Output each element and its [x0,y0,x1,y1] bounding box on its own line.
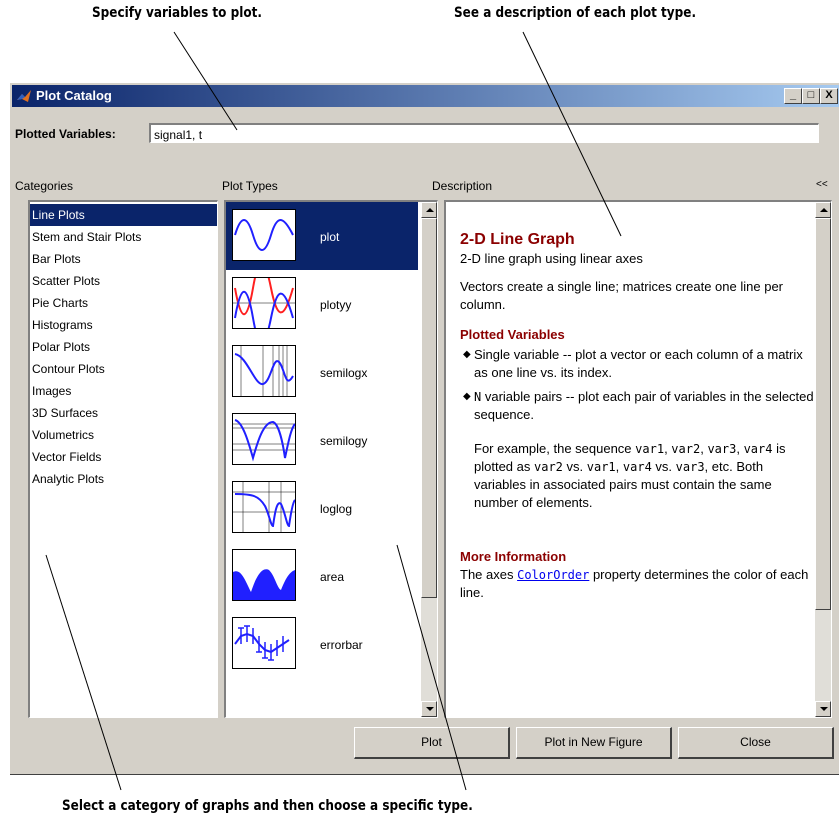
plot-thumbnail-icon [232,209,296,261]
category-item[interactable]: Histograms [30,314,217,336]
plot-types-scrollbar[interactable] [421,202,437,717]
plot-type-label: semilogy [320,434,368,448]
category-item[interactable]: Vector Fields [30,446,217,468]
collapse-description-button[interactable]: << [816,179,828,190]
description-header: Description [432,179,493,193]
plot-type-item-semilogx[interactable]: semilogx [226,338,418,406]
close-button[interactable]: Close [678,727,834,759]
plot-type-label: plotyy [320,298,352,312]
category-item[interactable]: Stem and Stair Plots [30,226,217,248]
semilogx-thumbnail-icon [232,345,296,397]
category-item[interactable]: Pie Charts [30,292,217,314]
plot-type-item-semilogy[interactable]: semilogy [226,406,418,474]
loglog-thumbnail-icon [232,481,296,533]
category-item[interactable]: Scatter Plots [30,270,217,292]
plot-type-item-plotyy[interactable]: plotyy [226,262,418,344]
description-subtitle: 2-D line graph using linear axes [460,251,643,266]
plotted-variables-label: Plotted Variables: [15,127,116,141]
matlab-logo-icon [17,90,31,102]
scroll-down-button[interactable] [815,701,831,717]
plot-in-new-figure-button[interactable]: Plot in New Figure [516,727,672,759]
semilogy-thumbnail-icon [232,413,296,465]
callout-plot-description: See a description of each plot type. [454,5,697,21]
plot-types-header: Plot Types [222,179,278,193]
area-thumbnail-icon [232,549,296,601]
description-pane: 2-D Line Graph 2-D line graph using line… [444,200,832,718]
plot-type-item-plot[interactable]: plot [226,202,418,270]
plot-type-item-errorbar[interactable]: errorbar [226,610,418,678]
scroll-up-button[interactable] [815,202,831,218]
window-title: Plot Catalog [36,88,112,103]
example-paragraph: For example, the sequence var1, var2, va… [474,441,786,510]
plotyy-thumbnail-icon [232,262,296,344]
scroll-down-button[interactable] [421,701,437,717]
bullet-variable-pairs: ◆ N variable pairs -- plot each pair of v… [463,389,814,422]
maximize-icon: □ [807,89,815,101]
plot-type-item-area[interactable]: area [226,542,418,610]
bullet-single-variable: ◆ Single variable -- plot a vector or eac… [463,347,803,380]
category-item[interactable]: Bar Plots [30,248,217,270]
scroll-up-button[interactable] [421,202,437,218]
plot-type-item-loglog[interactable]: loglog [226,474,418,542]
errorbar-thumbnail-icon [232,617,296,669]
scroll-thumb[interactable] [815,218,831,610]
category-item[interactable]: Images [30,380,217,402]
bullet-text: variable pairs -- plot each pair of vari… [474,389,814,422]
category-item[interactable]: Polar Plots [30,336,217,358]
close-window-button[interactable]: X [820,88,838,104]
bullet-text: Single variable -- plot a vector or each… [474,347,803,380]
description-title: 2-D Line Graph [460,231,575,248]
plotted-variables-input[interactable]: signal1, t [149,123,819,143]
more-information-heading: More Information [460,549,567,564]
category-item[interactable]: Volumetrics [30,424,217,446]
description-scrollbar[interactable] [815,202,831,717]
scroll-thumb[interactable] [421,218,437,598]
plotted-variables-heading: Plotted Variables [460,327,565,342]
plot-type-label: loglog [320,502,353,516]
plot-type-label: errorbar [320,638,363,652]
maximize-button[interactable]: □ [802,88,820,104]
plot-catalog-window: Plot Catalog _ □ X Plotted Variables: si… [9,82,839,775]
callout-specify-variables: Specify variables to plot. [92,5,262,21]
colororder-link[interactable]: ColorOrder [517,568,589,582]
more-information-text: The axes ColorOrder property determines … [460,567,809,600]
title-bar: Plot Catalog _ □ X [12,85,839,107]
plot-type-label: semilogx [320,366,368,380]
plot-type-label: area [320,570,345,584]
plot-types-list: plot plotyy semilogx semilogy loglog area erro… [224,200,438,718]
description-intro: Vectors create a single line; matrices c… [460,279,784,312]
minimize-icon: _ [789,89,797,101]
close-icon: X [825,89,833,101]
categories-list: Line Plots Stem and Stair Plots Bar Plots S… [28,200,218,718]
plot-button[interactable]: Plot [354,727,510,759]
category-item[interactable]: Contour Plots [30,358,217,380]
plot-type-label: plot [320,230,340,244]
category-item[interactable]: Analytic Plots [30,468,217,490]
category-item[interactable]: 3D Surfaces [30,402,217,424]
category-item[interactable]: Line Plots [30,204,217,226]
categories-header: Categories [15,179,74,193]
minimize-button[interactable]: _ [784,88,802,104]
callout-select-category: Select a category of graphs and then cho… [62,798,473,814]
